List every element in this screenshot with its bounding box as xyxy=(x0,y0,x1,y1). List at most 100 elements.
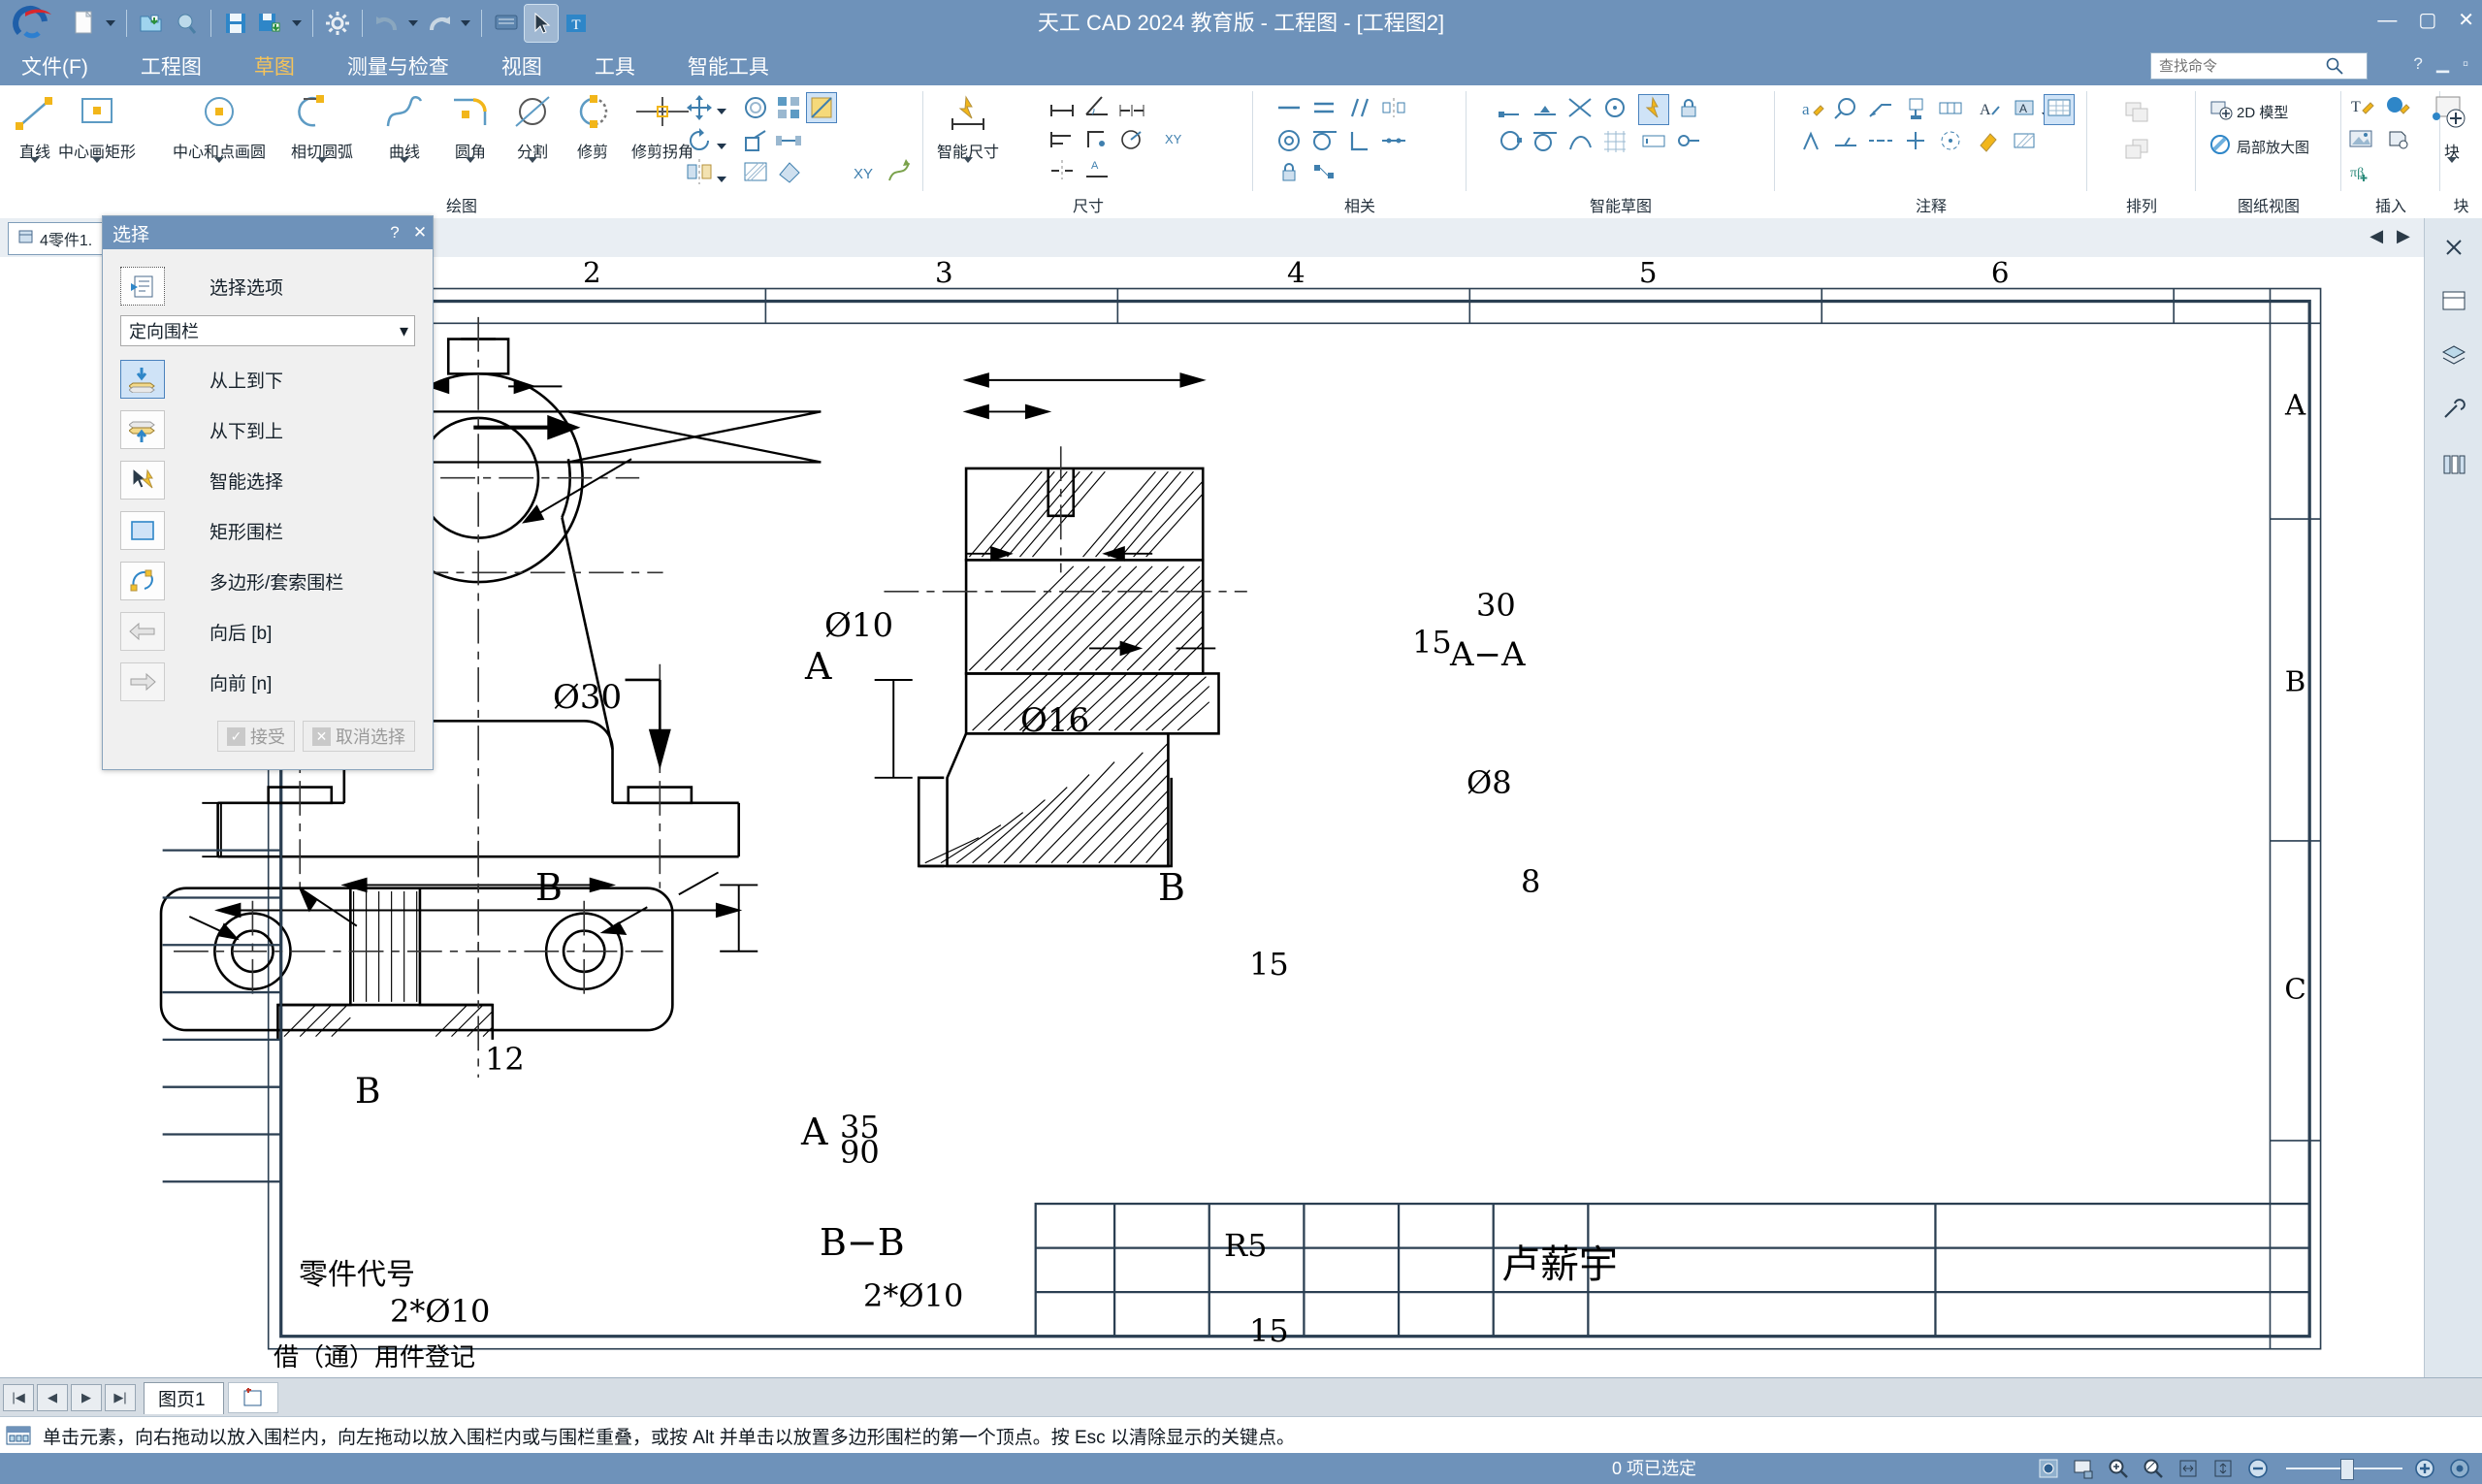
pan-horizontal-icon[interactable] xyxy=(2176,1457,2201,1480)
ribbon-button-fillet[interactable]: 圆角 xyxy=(444,89,497,180)
ribbon-icon-coordinate[interactable]: XY xyxy=(850,157,879,186)
ribbon-button-rectangle-by-center[interactable]: 中心画矩形 xyxy=(58,89,136,180)
chevron-down-icon[interactable] xyxy=(528,157,537,180)
ribbon-icon-sketch-quadrant[interactable] xyxy=(1496,128,1525,157)
ribbon-icon-scale[interactable] xyxy=(741,126,770,155)
ribbon-icon-region[interactable] xyxy=(806,92,837,123)
arrow-back-icon[interactable] xyxy=(120,612,165,651)
command-search-box[interactable] xyxy=(2150,52,2368,80)
dialog-row-select-options[interactable]: 选择选项 xyxy=(103,261,433,311)
snap-settings-icon[interactable] xyxy=(2036,1457,2061,1480)
zoom-slider-track[interactable] xyxy=(2286,1459,2402,1480)
ribbon-icon-pattern[interactable] xyxy=(774,93,803,122)
quick-access-toolbar[interactable]: T xyxy=(68,2,593,45)
ribbon-button-curve[interactable]: 曲线 xyxy=(378,89,431,180)
ribbon-icon-annotation-datum[interactable] xyxy=(1901,95,1930,124)
open-button[interactable] xyxy=(135,5,168,42)
dialog-row-polygon-lasso-fence[interactable]: 多边形/套索围栏 xyxy=(103,556,433,606)
chevron-down-icon[interactable] xyxy=(2447,157,2457,180)
sheet-nav-prev[interactable]: ◀ xyxy=(37,1384,68,1411)
ribbon-button-split[interactable]: 分割 xyxy=(506,89,559,180)
ribbon-icon-dim-style[interactable]: A xyxy=(1082,157,1112,186)
menu-item-file[interactable]: 文件(F) xyxy=(12,48,98,84)
ribbon-button-2d-model[interactable]: 2D 模型 xyxy=(2209,99,2288,124)
rail-layers-icon[interactable] xyxy=(2434,337,2473,375)
ribbon-icon-bring-to-front[interactable] xyxy=(2122,99,2151,128)
ribbon-icon-dim-horizontal[interactable] xyxy=(1048,93,1077,122)
undo-dropdown-icon[interactable] xyxy=(405,5,421,42)
new-sheet-icon[interactable] xyxy=(227,1382,278,1413)
sheet-nav-last[interactable]: ▶| xyxy=(105,1384,136,1411)
arrow-forward-icon[interactable] xyxy=(120,662,165,701)
ribbon-icon-annotation-feature-control[interactable] xyxy=(1936,95,1965,124)
undo-button[interactable] xyxy=(371,5,403,42)
ribbon-icon-convert[interactable] xyxy=(885,157,914,186)
ribbon-icon-insert-image[interactable] xyxy=(2347,126,2376,155)
dialog-help-icon[interactable]: ? xyxy=(382,223,407,242)
dialog-title-bar[interactable]: 选择 ? ✕ xyxy=(103,216,433,249)
save-as-button[interactable] xyxy=(254,5,287,42)
chevron-down-icon[interactable] xyxy=(400,157,409,180)
minimize-button[interactable]: — xyxy=(2377,11,2397,30)
menu-item-tools[interactable]: 工具 xyxy=(585,48,645,84)
tab-next-icon[interactable]: ▶ xyxy=(2397,226,2410,246)
ribbon-button-detail-view[interactable]: 局部放大图 xyxy=(2209,134,2309,159)
ribbon-icon-dim-chain[interactable] xyxy=(1117,93,1146,122)
zoom-slider[interactable] xyxy=(2286,1459,2402,1480)
smart-select-icon[interactable] xyxy=(120,461,165,500)
ribbon-icon-relation-concentric[interactable] xyxy=(1274,128,1304,157)
ribbon-icon-fill[interactable] xyxy=(774,157,803,186)
text-tool-button[interactable]: T xyxy=(560,5,593,42)
dialog-row-step-forward[interactable]: 向前 [n] xyxy=(103,657,433,707)
bottom-to-top-icon[interactable] xyxy=(120,410,165,449)
ribbon-icon-relation-equal[interactable] xyxy=(1309,95,1338,124)
ribbon-icon-annotation-weld[interactable] xyxy=(1831,128,1860,157)
ribbon-button-line[interactable]: 直线 xyxy=(10,89,60,180)
ribbon-icon-sketch-lock-plane[interactable] xyxy=(1674,95,1703,124)
ribbon-icon-mirror[interactable] xyxy=(685,157,714,186)
ribbon-icon-sketch-center[interactable] xyxy=(1600,95,1629,124)
ribbon-icon-hatch[interactable] xyxy=(741,157,770,186)
ribbon-icon-annotation-text-box[interactable]: A xyxy=(1975,95,2004,124)
chevron-down-icon[interactable] xyxy=(466,157,475,180)
status-bar-tools[interactable] xyxy=(2036,1453,2472,1484)
ribbon-icon-insert-variable[interactable]: πβ xyxy=(2347,159,2376,188)
select-options-icon[interactable] xyxy=(120,267,165,306)
chevron-down-icon[interactable] xyxy=(214,157,224,180)
tab-prev-icon[interactable]: ◀ xyxy=(2369,226,2383,246)
ribbon-icon-relation-handles[interactable] xyxy=(1309,159,1338,188)
ribbon-icon-offset[interactable] xyxy=(741,93,770,122)
chevron-down-icon[interactable] xyxy=(92,157,102,180)
new-document-button[interactable] xyxy=(68,5,101,42)
ribbon-icon-annotation-centermark[interactable] xyxy=(1901,128,1930,157)
ribbon-icon-rotate[interactable] xyxy=(685,126,714,155)
ribbon-icon-annotation-centerline[interactable] xyxy=(1866,128,1895,157)
ribbon-icon-relation-horizontal[interactable] xyxy=(1274,95,1304,124)
maximize-button[interactable]: ▢ xyxy=(2418,11,2436,30)
help-icon[interactable]: ? xyxy=(2413,54,2422,74)
ribbon-button-tangent-arc[interactable]: 相切圆弧 xyxy=(291,89,353,180)
chevron-down-icon[interactable] xyxy=(30,157,40,180)
ribbon-icon-relation-symmetric[interactable] xyxy=(1379,95,1408,124)
ribbon-icon-sketch-tangent-point[interactable] xyxy=(1531,128,1560,157)
ribbon-icon-annotation-style[interactable]: A xyxy=(2010,95,2039,124)
ribbon-icon-relation-tangent[interactable] xyxy=(1309,128,1338,157)
chevron-down-icon[interactable] xyxy=(963,157,973,180)
ribbon-icon-relation-parallel[interactable] xyxy=(1344,95,1373,124)
ribbon-icon-dim-symmetric[interactable] xyxy=(1048,157,1077,186)
accept-button[interactable]: ✓ 接受 xyxy=(217,721,295,752)
ribbon-icon-dim-radius[interactable] xyxy=(1117,126,1146,155)
window-controls[interactable]: — ▢ ✕ xyxy=(2377,0,2474,41)
ribbon-icon-intellisketch-options[interactable] xyxy=(1638,94,1669,125)
ribbon-icon-annotation-paint[interactable] xyxy=(1975,128,2004,157)
rectangle-fence-icon[interactable] xyxy=(120,511,165,550)
ribbon-icon-insert-part[interactable] xyxy=(2382,126,2411,155)
ribbon-icon-sketch-intersection[interactable] xyxy=(1565,95,1595,124)
rail-close-icon[interactable] xyxy=(2434,228,2473,267)
dialog-row-rectangle-fence[interactable]: 矩形围栏 xyxy=(103,505,433,556)
ribbon-icon-dim-baseline[interactable] xyxy=(1048,126,1077,155)
rail-sheet-icon[interactable] xyxy=(2434,282,2473,321)
menu-item-view[interactable]: 视图 xyxy=(492,48,552,84)
ribbon-icon-dim-xy[interactable]: XY xyxy=(1162,126,1191,155)
ribbon-button-trim[interactable]: 修剪 xyxy=(564,89,621,162)
